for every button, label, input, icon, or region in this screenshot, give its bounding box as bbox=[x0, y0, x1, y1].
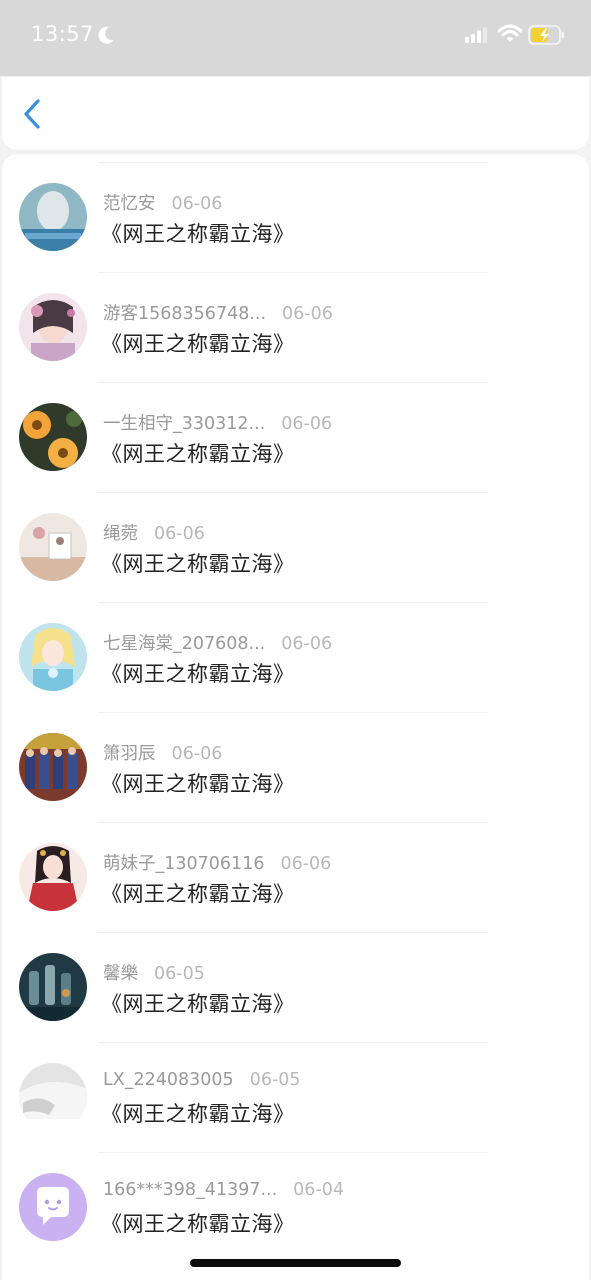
status-bar: 13:57 bbox=[0, 0, 591, 76]
list-item[interactable]: 绳菀 06-06 《网王之称霸立海》 bbox=[2, 484, 589, 603]
list-item[interactable]: 萌妹子_130706116 06-06 《网王之称霸立海》 bbox=[2, 814, 589, 933]
comment-meta: 萌妹子_130706116 06-06 bbox=[103, 850, 331, 875]
comment-meta: 范忆安 06-06 bbox=[103, 190, 222, 215]
comment-meta: 绳菀 06-06 bbox=[103, 520, 205, 545]
avatar[interactable] bbox=[19, 293, 87, 361]
comment-date: 06-05 bbox=[249, 1070, 301, 1090]
username[interactable]: 166***398_41397... bbox=[103, 1180, 277, 1200]
username[interactable]: 绳菀 bbox=[103, 524, 138, 544]
comment-date: 06-06 bbox=[171, 194, 223, 214]
chevron-left-icon bbox=[24, 99, 40, 129]
list-item[interactable]: 范忆安 06-06 《网王之称霸立海》 bbox=[2, 154, 589, 273]
comment-text: 《网王之称霸立海》 bbox=[101, 1102, 295, 1126]
list-item[interactable]: 馨樂 06-05 《网王之称霸立海》 bbox=[2, 924, 589, 1043]
moon-icon bbox=[98, 26, 114, 44]
comment-text: 《网王之称霸立海》 bbox=[101, 882, 295, 906]
username[interactable]: 游客1568356748... bbox=[103, 304, 266, 324]
username[interactable]: LX_224083005 bbox=[103, 1070, 234, 1090]
username[interactable]: 七星海棠_207608... bbox=[103, 634, 265, 654]
avatar[interactable] bbox=[19, 1063, 87, 1131]
avatar[interactable] bbox=[19, 1173, 87, 1241]
comment-date: 06-06 bbox=[280, 854, 332, 874]
username[interactable]: 一生相守_330312... bbox=[103, 414, 265, 434]
avatar[interactable] bbox=[19, 403, 87, 471]
comment-date: 06-06 bbox=[154, 524, 205, 544]
comment-meta: 游客1568356748... 06-06 bbox=[103, 300, 333, 325]
comment-meta: LX_224083005 06-05 bbox=[103, 1070, 301, 1090]
list-item[interactable]: 一生相守_330312... 06-06 《网王之称霸立海》 bbox=[2, 374, 589, 493]
nav-bar bbox=[2, 77, 589, 150]
avatar[interactable] bbox=[19, 513, 87, 581]
list-item[interactable]: LX_224083005 06-05 《网王之称霸立海》 bbox=[2, 1034, 589, 1153]
wifi-icon bbox=[498, 24, 522, 42]
comment-date: 06-05 bbox=[154, 964, 205, 984]
comment-meta: 箫羽辰 06-06 bbox=[103, 740, 222, 765]
username[interactable]: 范忆安 bbox=[103, 194, 156, 214]
avatar[interactable] bbox=[19, 953, 87, 1021]
battery-charging-icon bbox=[528, 25, 564, 45]
comment-text: 《网王之称霸立海》 bbox=[101, 442, 295, 466]
comment-date: 06-06 bbox=[282, 304, 333, 324]
comment-text: 《网王之称霸立海》 bbox=[101, 552, 295, 576]
list-item[interactable]: 箫羽辰 06-06 《网王之称霸立海》 bbox=[2, 704, 589, 823]
status-time: 13:57 bbox=[31, 22, 95, 46]
comment-text: 《网王之称霸立海》 bbox=[101, 332, 295, 356]
cellular-signal-icon bbox=[465, 27, 487, 43]
comment-text: 《网王之称霸立海》 bbox=[101, 662, 295, 686]
comment-text: 《网王之称霸立海》 bbox=[101, 992, 295, 1016]
username[interactable]: 馨樂 bbox=[103, 964, 138, 984]
comment-date: 06-06 bbox=[171, 744, 223, 764]
back-button[interactable] bbox=[16, 97, 50, 131]
avatar[interactable] bbox=[19, 183, 87, 251]
comment-meta: 馨樂 06-05 bbox=[103, 960, 205, 985]
comment-text: 《网王之称霸立海》 bbox=[101, 1212, 295, 1236]
comment-date: 06-06 bbox=[281, 414, 333, 434]
username[interactable]: 萌妹子_130706116 bbox=[103, 854, 264, 874]
comment-text: 《网王之称霸立海》 bbox=[101, 222, 295, 246]
list-item[interactable]: 166***398_41397... 06-04 《网王之称霸立海》 bbox=[2, 1144, 589, 1254]
comment-meta: 166***398_41397... 06-04 bbox=[103, 1180, 344, 1200]
comment-meta: 一生相守_330312... 06-06 bbox=[103, 410, 332, 435]
comment-date: 06-04 bbox=[293, 1180, 345, 1200]
avatar[interactable] bbox=[19, 623, 87, 691]
avatar[interactable] bbox=[19, 733, 87, 801]
comment-list: 范忆安 06-06 《网王之称霸立海》 游客1568356748... 06-06 … bbox=[2, 154, 589, 1280]
comment-text: 《网王之称霸立海》 bbox=[101, 772, 295, 796]
avatar[interactable] bbox=[19, 843, 87, 911]
username[interactable]: 箫羽辰 bbox=[103, 744, 156, 764]
list-item[interactable]: 七星海棠_207608... 06-06 《网王之称霸立海》 bbox=[2, 594, 589, 713]
comment-meta: 七星海棠_207608... 06-06 bbox=[103, 630, 332, 655]
comment-date: 06-06 bbox=[281, 634, 333, 654]
list-item[interactable]: 游客1568356748... 06-06 《网王之称霸立海》 bbox=[2, 264, 589, 383]
home-indicator[interactable] bbox=[190, 1259, 401, 1267]
